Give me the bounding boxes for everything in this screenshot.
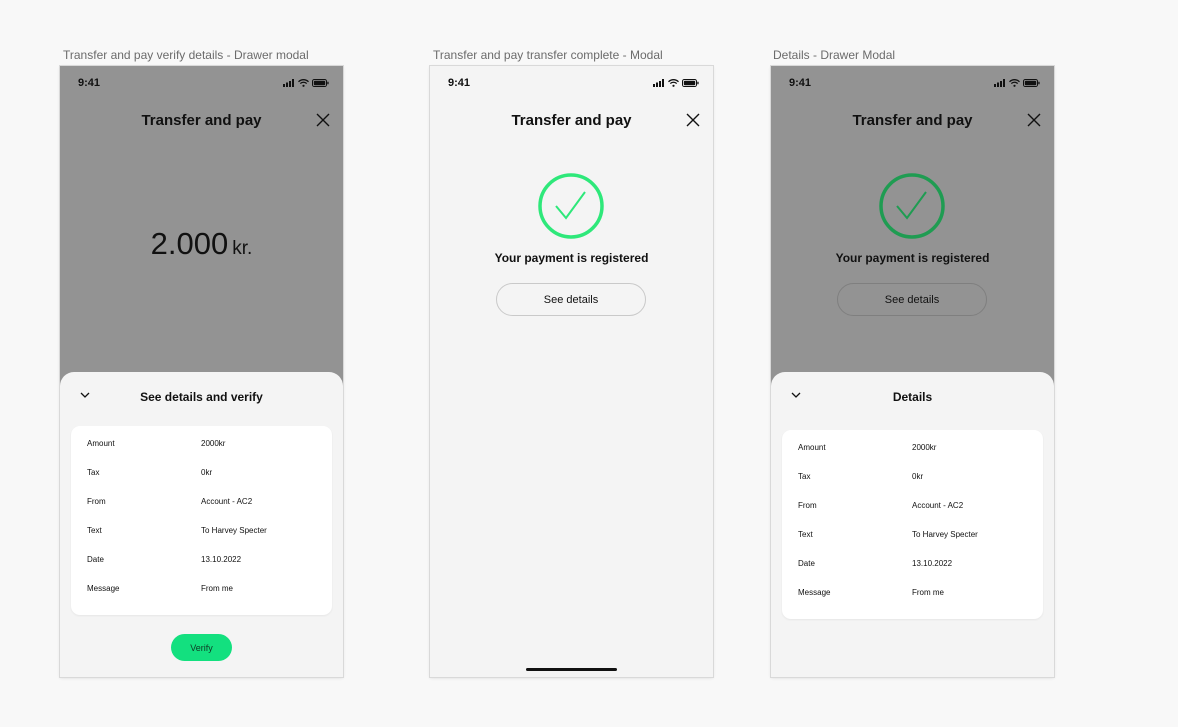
detail-row-date: Date 13.10.2022 (71, 552, 332, 568)
detail-value: To Harvey Specter (912, 530, 978, 539)
drawer-title: See details and verify (140, 390, 263, 404)
battery-icon (682, 79, 699, 87)
detail-row-date: Date 13.10.2022 (782, 556, 1043, 572)
frame-label-verify: Transfer and pay verify details - Drawer… (63, 48, 309, 62)
detail-row-text: Text To Harvey Specter (782, 527, 1043, 543)
close-icon[interactable] (1027, 113, 1041, 127)
cellular-signal-icon (994, 79, 1006, 87)
amount-unit: kr. (232, 238, 253, 259)
detail-row-from: From Account - AC2 (782, 498, 1043, 514)
amount-value: 2.000 (150, 226, 229, 261)
status-bar: 9:41 (448, 75, 699, 91)
details-card: Amount 2000kr Tax 0kr From Account - AC2 Te… (71, 426, 332, 615)
detail-key: Date (798, 559, 815, 568)
frame-label-details: Details - Drawer Modal (773, 48, 896, 62)
drawer-title: Details (892, 390, 933, 404)
screen-title: Transfer and pay (141, 112, 262, 129)
detail-row-text: Text To Harvey Specter (71, 523, 332, 539)
status-time: 9:41 (448, 77, 471, 89)
detail-value: 0kr (201, 468, 213, 477)
detail-key: Amount (87, 439, 115, 448)
battery-icon (1023, 79, 1040, 87)
phone-frame-verify: 9:41 Transfer and pay 2.000 kr. See detai… (60, 66, 343, 677)
detail-key: Tax (87, 468, 100, 477)
screen-title: Transfer and pay (852, 112, 973, 129)
checkmark-circle-icon (537, 172, 605, 240)
details-drawer: See details and verify Amount 2000kr Tax 0… (60, 372, 343, 677)
detail-value: 13.10.2022 (912, 559, 953, 568)
detail-row-tax: Tax 0kr (71, 465, 332, 481)
see-details-button[interactable]: See details (837, 283, 987, 316)
detail-key: Amount (798, 443, 826, 452)
detail-key: Message (798, 588, 831, 597)
status-time: 9:41 (78, 77, 101, 89)
phone-frame-complete: 9:41 Transfer and pay Your payment is re… (430, 66, 713, 677)
detail-key: Tax (798, 472, 811, 481)
detail-row-message: Message From me (782, 585, 1043, 601)
status-bar: 9:41 (78, 75, 329, 91)
detail-value: From me (201, 584, 233, 593)
detail-key: From (87, 497, 106, 506)
detail-key: Message (87, 584, 120, 593)
home-indicator (526, 668, 617, 671)
details-card: Amount 2000kr Tax 0kr From Account - AC2 Te… (782, 430, 1043, 619)
detail-key: From (798, 501, 817, 510)
detail-value: 2000kr (201, 439, 226, 448)
detail-value: Account - AC2 (201, 497, 253, 506)
payment-registered-message: Your payment is registered (494, 251, 649, 265)
detail-value: 0kr (912, 472, 924, 481)
frame-label-complete: Transfer and pay transfer complete - Mod… (433, 48, 663, 62)
details-drawer: Details Amount 2000kr Tax 0kr From Account … (771, 372, 1054, 677)
detail-value: 2000kr (912, 443, 937, 452)
close-icon[interactable] (686, 113, 700, 127)
detail-row-amount: Amount 2000kr (71, 436, 332, 452)
detail-key: Date (87, 555, 104, 564)
verify-button[interactable]: Verify (171, 634, 232, 661)
wifi-icon (1009, 79, 1020, 87)
detail-row-tax: Tax 0kr (782, 469, 1043, 485)
transfer-amount: 2.000 kr. (60, 226, 343, 262)
phone-frame-details: 9:41 Transfer and pay Your payment is re… (771, 66, 1054, 677)
detail-key: Text (87, 526, 102, 535)
payment-registered-message: Your payment is registered (835, 251, 990, 265)
checkmark-circle-icon (878, 172, 946, 240)
cellular-signal-icon (653, 79, 665, 87)
close-icon[interactable] (316, 113, 330, 127)
detail-value: From me (912, 588, 944, 597)
status-bar: 9:41 (789, 75, 1040, 91)
detail-key: Text (798, 530, 813, 539)
detail-row-amount: Amount 2000kr (782, 440, 1043, 456)
wifi-icon (668, 79, 679, 87)
see-details-button[interactable]: See details (496, 283, 646, 316)
detail-value: To Harvey Specter (201, 526, 267, 535)
status-time: 9:41 (789, 77, 812, 89)
wifi-icon (298, 79, 309, 87)
detail-value: 13.10.2022 (201, 555, 242, 564)
detail-value: Account - AC2 (912, 501, 964, 510)
battery-icon (312, 79, 329, 87)
detail-row-message: Message From me (71, 581, 332, 597)
detail-row-from: From Account - AC2 (71, 494, 332, 510)
cellular-signal-icon (283, 79, 295, 87)
screen-title: Transfer and pay (511, 112, 632, 129)
